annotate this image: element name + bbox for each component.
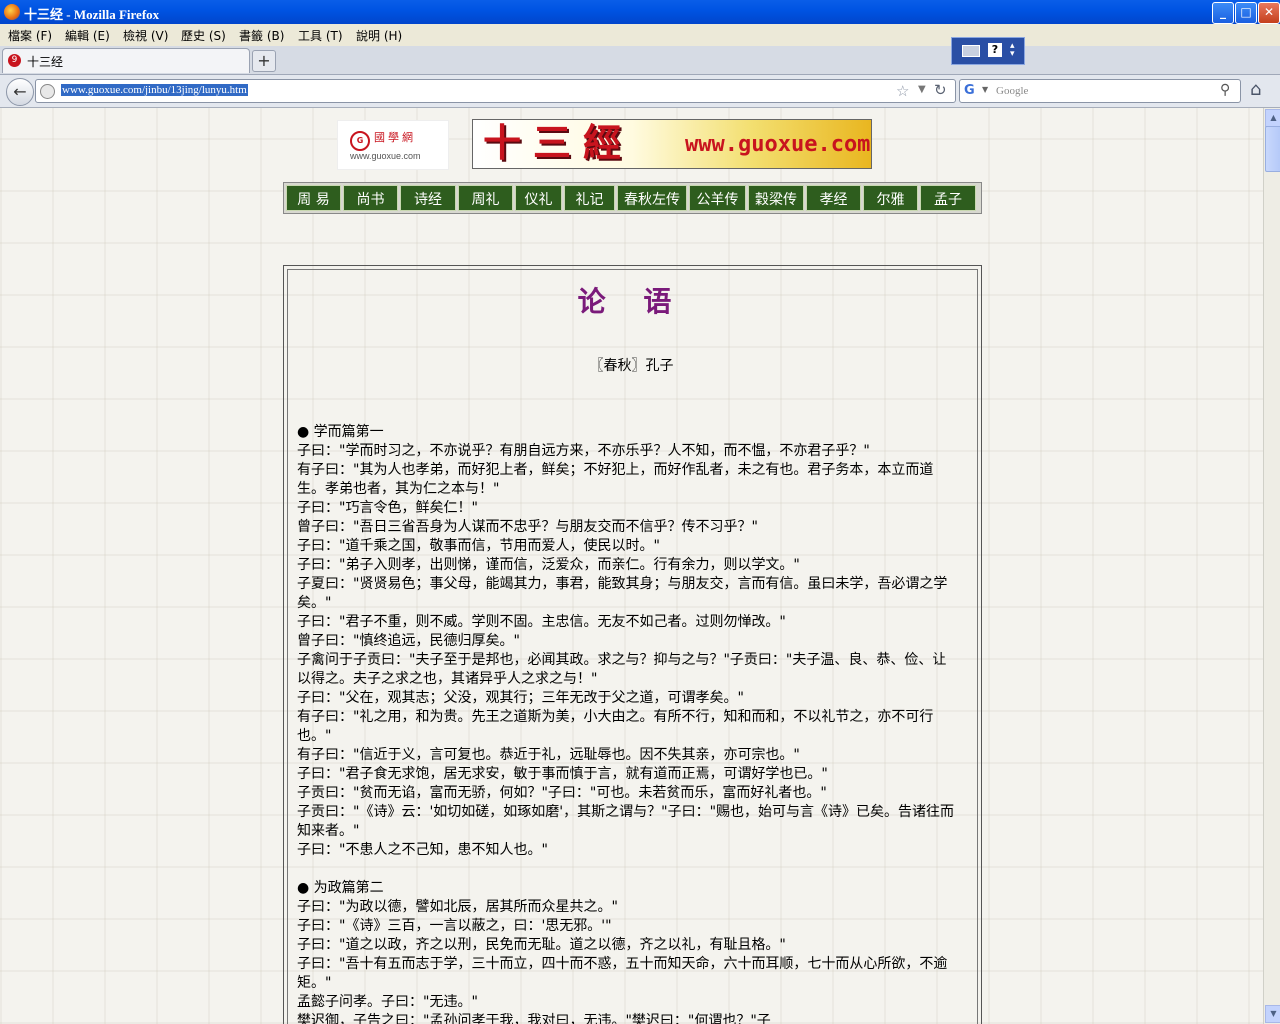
text-line: 子曰："君子食无求饱，居无求安，敏于事而慎于言，就有道而正焉，可谓好学也已。"	[297, 766, 828, 782]
url-text[interactable]: www.guoxue.com/jinbu/13jing/lunyu.htm	[61, 84, 248, 96]
scroll-up-icon[interactable]: ▲	[1265, 109, 1280, 127]
text-line: 子曰："巧言令色，鲜矣仁！"	[297, 500, 478, 516]
chevron-down-icon[interactable]: ▼	[918, 84, 926, 95]
keyboard-icon[interactable]	[962, 45, 980, 57]
text-line: 子夏曰："贤贤易色；事父母，能竭其力，事君，能致其身；与朋友交，言而有信。虽曰未…	[297, 576, 948, 611]
menu-edit[interactable]: 編輯 (E)	[65, 27, 110, 44]
page-title: 论 语	[577, 285, 686, 318]
page-author: 〖春秋〗孔子	[589, 358, 674, 374]
nav-item-liji[interactable]: 礼记	[564, 185, 615, 211]
scroll-thumb[interactable]	[1265, 126, 1280, 172]
nav-item-yili[interactable]: 仪礼	[515, 185, 562, 211]
nav-item-zuozhuan[interactable]: 春秋左传	[617, 185, 687, 211]
text-line: 樊迟御，子告之曰："孟孙问孝于我，我对曰，无违。"樊迟曰："何谓也？"子	[297, 1013, 771, 1024]
text-line: 子曰："道千乘之国，敬事而信，节用而爱人，使民以时。"	[297, 538, 660, 554]
search-bar[interactable]: G ▼ Google ⚲	[959, 79, 1241, 103]
search-placeholder: Google	[996, 85, 1029, 97]
chevron-updown-icon[interactable]: ▴ ▾	[1010, 42, 1015, 59]
nav-item-zhouli[interactable]: 周礼	[458, 185, 513, 211]
text-line: 曾子曰："慎终追远，民德归厚矣。"	[297, 633, 520, 649]
menu-file[interactable]: 檔案 (F)	[8, 27, 52, 44]
nav-item-gongyang[interactable]: 公羊传	[689, 185, 746, 211]
tab-label: 十三经	[27, 55, 64, 69]
home-icon[interactable]: ⌂	[1250, 79, 1261, 100]
window-titlebar: 十三经 - Mozilla Firefox _ □ ✕	[0, 0, 1280, 24]
nav-item-xiaojing[interactable]: 孝经	[806, 185, 861, 211]
text-line: 子曰："道之以政，齐之以刑，民免而无耻。道之以德，齐之以礼，有耻且格。"	[297, 937, 786, 953]
bookmark-star-icon[interactable]: ☆	[896, 82, 909, 100]
text-line: 有子曰："礼之用，和为贵。先王之道斯为美，小大由之。有所不行，知和而和，不以礼节…	[297, 709, 934, 744]
menu-history[interactable]: 歷史 (S)	[181, 27, 226, 44]
text-line: 子贡曰："贫而无谄，富而无骄，何如？"子曰："可也。未若贫而乐，富而好礼者也。"	[297, 785, 827, 801]
banner-image: 十三經 www.guoxue.com	[472, 119, 872, 169]
chapter-heading: ● 学而篇第一	[297, 424, 384, 440]
close-button[interactable]: ✕	[1258, 2, 1280, 24]
nav-item-zhouyi[interactable]: 周 易	[286, 185, 341, 211]
text-line: 有子曰："其为人也孝弟，而好犯上者，鲜矣；不好犯上，而好作乱者，未之有也。君子务…	[297, 462, 934, 497]
new-tab-button[interactable]: +	[252, 50, 276, 72]
site-logo[interactable]: G 國學網 www.guoxue.com	[337, 120, 449, 170]
nav-item-shangshu[interactable]: 尚书	[343, 185, 398, 211]
page-viewport: G 國學網 www.guoxue.com 十三經 www.guoxue.com …	[0, 108, 1263, 1024]
menu-bar: 檔案 (F) 編輯 (E) 檢視 (V) 歷史 (S) 書籤 (B) 工具 (T…	[0, 24, 1280, 46]
text-line: 子曰："学而时习之，不亦说乎？有朋自远方来，不亦乐乎？人不知，而不愠，不亦君子乎…	[297, 443, 870, 459]
google-icon[interactable]: G	[964, 83, 979, 98]
text-line: 子曰："吾十有五而志于学，三十而立，四十而不惑，五十而知天命，六十而耳顺，七十而…	[297, 956, 948, 991]
text-line: 子曰："为政以德，譬如北辰，居其所而众星共之。"	[297, 899, 618, 915]
text-line: 子贡曰："《诗》云：'如切如磋，如琢如磨'，其斯之谓与？"子曰："赐也，始可与言…	[297, 804, 955, 839]
minimize-button[interactable]: _	[1212, 2, 1234, 24]
reload-icon[interactable]: ↻	[934, 81, 947, 99]
logo-domain: www.guoxue.com	[350, 151, 421, 161]
chapter-heading: ● 为政篇第二	[297, 880, 384, 896]
nav-item-erya[interactable]: 尔雅	[863, 185, 918, 211]
window-title: 十三经 - Mozilla Firefox	[24, 7, 160, 22]
text-line: 子曰："弟子入则孝，出则悌，谨而信，泛爱众，而亲仁。行有余力，则以学文。"	[297, 557, 800, 573]
menu-tools[interactable]: 工具 (T)	[298, 27, 343, 44]
banner-title: 十三經	[483, 120, 634, 165]
tab-bar: 9 十三经 +	[0, 46, 1280, 75]
search-icon[interactable]: ⚲	[1220, 82, 1230, 98]
banner-url: www.guoxue.com	[685, 132, 871, 157]
tab-current[interactable]: 9 十三经	[2, 48, 250, 73]
help-icon[interactable]: ?	[988, 43, 1002, 57]
nav-item-guliang[interactable]: 穀梁传	[748, 185, 804, 211]
menu-view[interactable]: 檢視 (V)	[123, 27, 168, 44]
text-line: 子曰："不患人之不己知，患不知人也。"	[297, 842, 548, 858]
back-button[interactable]: ←	[6, 78, 34, 106]
text-line: 曾子曰："吾日三省吾身为人谋而不忠乎？与朋友交而不信乎？传不习乎？"	[297, 519, 758, 535]
url-bar[interactable]: www.guoxue.com/jinbu/13jing/lunyu.htm ☆ …	[35, 79, 956, 103]
nav-item-shijing[interactable]: 诗经	[400, 185, 456, 211]
nav-item-mengzi[interactable]: 孟子	[920, 185, 976, 211]
classics-nav: 周 易 尚书 诗经 周礼 仪礼 礼记 春秋左传 公羊传 穀梁传 孝经 尔雅 孟子	[283, 182, 982, 214]
text-line: 子曰："《诗》三百，一言以蔽之，曰：'思无邪。'"	[297, 918, 612, 934]
text-line: 子禽问于子贡曰："夫子至于是邦也，必闻其政。求之与？抑与之与？"子贡曰："夫子温…	[297, 652, 947, 687]
maximize-button[interactable]: □	[1235, 2, 1257, 24]
text-line: 子曰："君子不重，则不威。学则不固。主忠信。无友不如己者。过则勿惮改。"	[297, 614, 786, 630]
language-bar[interactable]: ? ▴ ▾	[951, 37, 1025, 65]
firefox-icon	[4, 4, 20, 20]
menu-help[interactable]: 說明 (H)	[356, 27, 402, 44]
site-favicon-icon: 9	[8, 54, 21, 67]
vertical-scrollbar[interactable]: ▲ ▼	[1263, 108, 1280, 1024]
text-line: 有子曰："信近于义，言可复也。恭近于礼，远耻辱也。因不失其亲，亦可宗也。"	[297, 747, 800, 763]
navigation-toolbar: ← www.guoxue.com/jinbu/13jing/lunyu.htm …	[0, 75, 1280, 108]
text-line: 子曰："父在，观其志；父没，观其行；三年无改于父之道，可谓孝矣。"	[297, 690, 744, 706]
text-line: 孟懿子问孝。子曰："无违。"	[297, 994, 478, 1010]
chevron-down-icon[interactable]: ▼	[982, 85, 988, 94]
logo-text: 國學網	[374, 131, 416, 144]
globe-icon	[40, 84, 55, 99]
logo-seal-icon: G	[350, 131, 370, 151]
scroll-down-icon[interactable]: ▼	[1265, 1005, 1280, 1023]
menu-bookmarks[interactable]: 書籤 (B)	[239, 27, 284, 44]
chapter-1: ● 学而篇第一 子曰："学而时习之，不亦说乎？有朋自远方来，不亦乐乎？人不知，而…	[297, 423, 959, 1024]
